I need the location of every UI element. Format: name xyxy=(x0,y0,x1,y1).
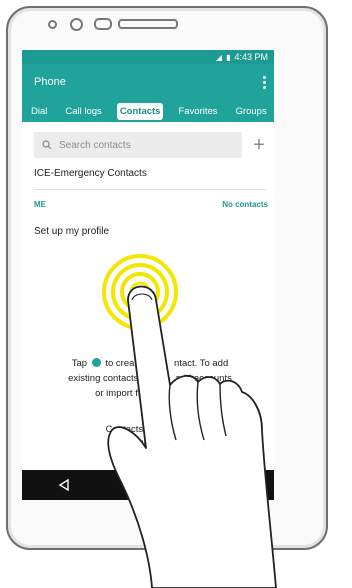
no-contacts-label: No contacts xyxy=(222,200,268,209)
info-text: online ac xyxy=(130,439,170,450)
info-text: existing contacts, tap xyxy=(68,373,157,384)
tab-bar: Dial Call logs Contacts Favorites Groups xyxy=(22,100,274,122)
tab-favorites[interactable]: Favorites xyxy=(175,103,220,120)
recents-icon[interactable] xyxy=(225,478,239,492)
info-text: Contacts can also be xyxy=(105,424,195,435)
proximity-sensor-icon xyxy=(48,20,57,29)
info-text: add accounts xyxy=(175,373,232,384)
app-title: Phone xyxy=(34,76,66,88)
tab-groups[interactable]: Groups xyxy=(233,103,270,120)
front-camera-icon xyxy=(70,18,83,31)
add-circle-icon xyxy=(91,358,101,367)
info-text: orage. xyxy=(177,388,205,399)
navigation-bar xyxy=(22,470,274,500)
setup-profile-item[interactable]: Set up my profile xyxy=(34,226,109,237)
ice-emergency-contacts[interactable]: ICE-Emergency Contacts xyxy=(34,168,147,179)
me-section-label: ME xyxy=(34,200,46,209)
home-icon[interactable] xyxy=(141,478,155,492)
speaker-icon xyxy=(94,18,112,30)
divider xyxy=(34,189,266,190)
earpiece-grille-icon xyxy=(118,19,178,29)
search-row: + xyxy=(34,132,266,158)
status-time: 4:43 PM xyxy=(234,52,268,62)
signal-icon: ◢ xyxy=(215,52,223,62)
tab-call-logs[interactable]: Call logs xyxy=(62,103,104,120)
app-bar: Phone xyxy=(22,64,274,100)
search-icon xyxy=(42,140,52,150)
phone-frame: ◢ ▮ 4:43 PM Phone Dial Call logs Contact… xyxy=(6,6,328,550)
tab-contacts[interactable]: Contacts xyxy=(116,102,164,120)
overflow-menu-icon[interactable] xyxy=(262,75,266,89)
info-text: to create xyxy=(105,358,143,369)
search-box[interactable] xyxy=(34,132,242,158)
info-text: ntact. To add xyxy=(174,358,229,369)
battery-icon: ▮ xyxy=(226,52,231,62)
search-input[interactable] xyxy=(57,138,231,152)
info-text: Tap xyxy=(71,358,88,369)
status-bar: ◢ ▮ 4:43 PM xyxy=(22,50,274,64)
phone-screen: ◢ ▮ 4:43 PM Phone Dial Call logs Contact… xyxy=(22,50,274,500)
empty-state-info-2: Contacts can also be online ac xyxy=(30,422,270,452)
empty-state-info: Tap to create ntact. To add existing con… xyxy=(30,356,270,401)
tab-dial[interactable]: Dial xyxy=(28,103,50,120)
info-text: or import from xyxy=(95,388,155,399)
back-icon[interactable] xyxy=(57,478,71,492)
add-contact-button[interactable]: + xyxy=(248,132,270,158)
